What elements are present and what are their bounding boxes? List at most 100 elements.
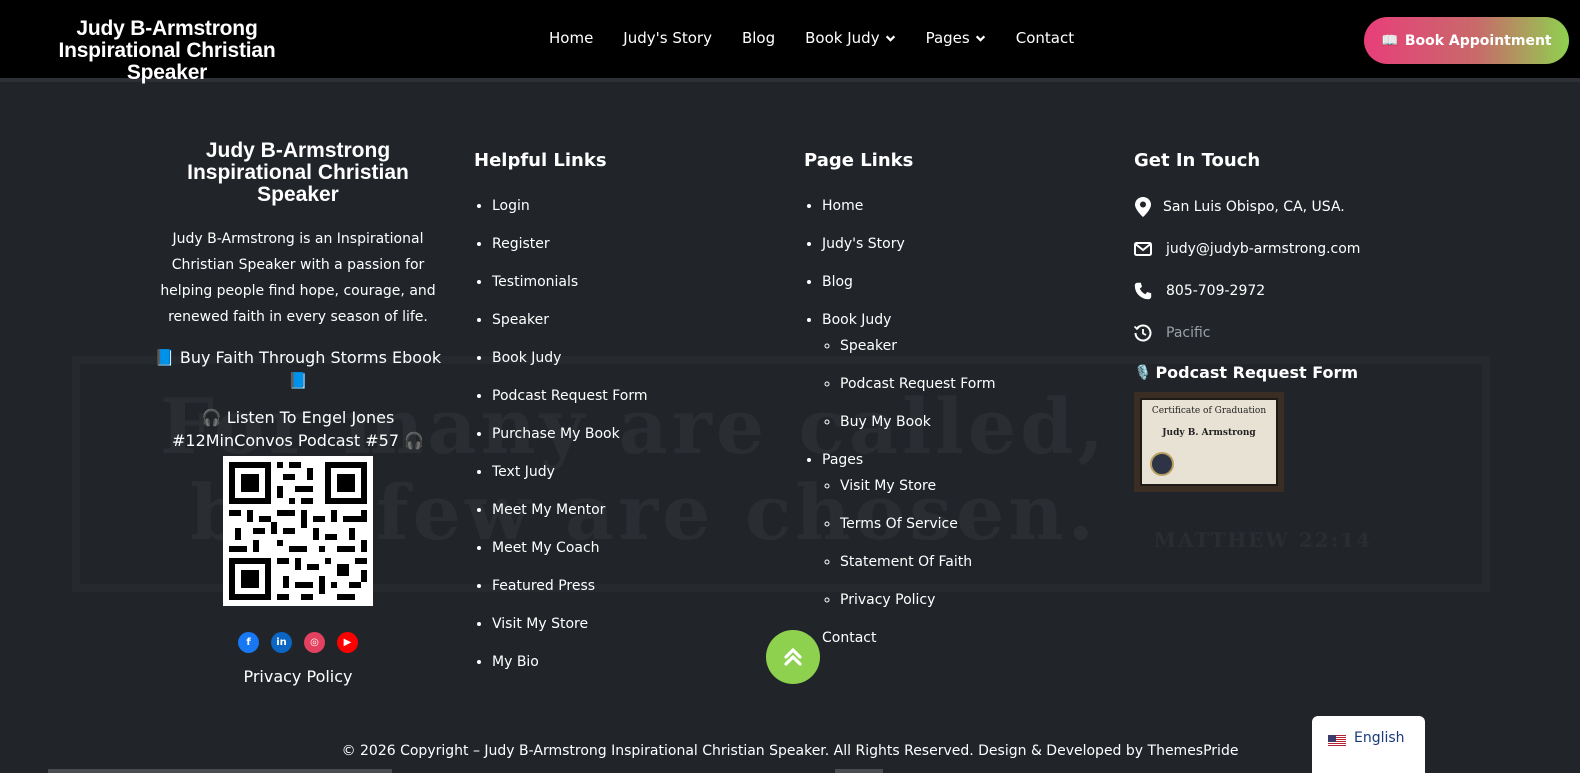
email-text[interactable]: judy@judyb-armstrong.com xyxy=(1166,241,1360,257)
page-link-contact[interactable]: Contact xyxy=(822,629,1104,647)
timezone-row: Pacific xyxy=(1134,323,1474,343)
watermark-reference: MATTHEW 22:14 xyxy=(1153,528,1372,552)
youtube-icon[interactable]: ▶ xyxy=(337,632,358,653)
page-links-title: Page Links xyxy=(804,150,914,171)
page-links-column: Page Links Home Judy's Story Blog Book J… xyxy=(804,138,1104,667)
email-row[interactable]: judy@judyb-armstrong.com xyxy=(1134,239,1474,259)
chevron-down-icon xyxy=(885,35,895,42)
page-link-story-label: Judy's Story xyxy=(822,236,905,252)
helpful-links-list: Login Register Testimonials Speaker Book… xyxy=(474,197,774,671)
helpful-links-title: Helpful Links xyxy=(474,150,607,171)
nav-blog[interactable]: Blog xyxy=(742,29,775,47)
main-nav: Home Judy's Story Blog Book Judy Pages C… xyxy=(549,29,1104,47)
link-login[interactable]: Login xyxy=(492,197,774,215)
envelope-icon xyxy=(1134,240,1152,258)
link-coach[interactable]: Meet My Coach xyxy=(492,539,774,557)
phone-text[interactable]: 805-709-2972 xyxy=(1166,283,1265,299)
link-my-bio[interactable]: My Bio xyxy=(492,653,774,671)
footer-logo-line1: Judy B-Armstrong xyxy=(205,139,391,162)
nav-pages-label: Pages xyxy=(925,29,970,47)
link-podcast-request[interactable]: Podcast Request Form xyxy=(492,387,774,405)
nav-book-judy-label: Book Judy xyxy=(805,29,880,47)
timezone-text: Pacific xyxy=(1166,325,1211,341)
link-testimonials[interactable]: Testimonials xyxy=(492,273,774,291)
book-appointment-button[interactable]: 📖 Book Appointment xyxy=(1364,17,1569,64)
bottom-divider-right xyxy=(835,769,883,773)
podcast-request-title: Podcast Request Form xyxy=(1155,363,1359,382)
helpful-links-column: Helpful Links Login Register Testimonial… xyxy=(474,138,774,691)
nav-pages[interactable]: Pages xyxy=(926,29,986,47)
double-chevron-up-icon xyxy=(784,648,802,666)
site-header: Judy B-Armstrong Inspirational Christian… xyxy=(0,0,1580,84)
history-clock-icon xyxy=(1134,324,1152,342)
link-register[interactable]: Register xyxy=(492,235,774,253)
link-purchase-book[interactable]: Purchase My Book xyxy=(492,425,774,443)
page-link-book-judy[interactable]: Book Judy Speaker Podcast Request Form B… xyxy=(822,311,1104,431)
microphone-icon: 🎙️ xyxy=(1134,364,1152,381)
phone-row[interactable]: 805-709-2972 xyxy=(1134,281,1474,301)
site-logo[interactable]: Judy B-Armstrong Inspirational Christian… xyxy=(22,18,312,84)
address-text: San Luis Obispo, CA, USA. xyxy=(1163,199,1345,215)
certificate-name: Judy B. Armstrong xyxy=(1162,428,1256,438)
qr-code xyxy=(223,456,373,606)
page-link-story[interactable]: Judy's Story xyxy=(822,235,1104,253)
phone-icon xyxy=(1134,282,1152,300)
sub-link-podcast-request[interactable]: Podcast Request Form xyxy=(840,375,1104,393)
sub-link-visit-store[interactable]: Visit My Store xyxy=(840,477,1104,495)
ebook-link[interactable]: 📘 Buy Faith Through Storms Ebook 📘 xyxy=(148,346,448,392)
link-book-judy[interactable]: Book Judy xyxy=(492,349,774,367)
footer-logo-line2: Inspirational Christian Speaker xyxy=(187,161,409,206)
book-appointment-label: Book Appointment xyxy=(1404,32,1552,49)
podcast-link[interactable]: 🎧 Listen To Engel Jones #12MinConvos Pod… xyxy=(148,406,448,452)
nav-book-judy[interactable]: Book Judy xyxy=(805,29,895,47)
certificate-title: Certificate of Graduation xyxy=(1151,406,1267,416)
privacy-policy-link[interactable]: Privacy Policy xyxy=(148,667,448,686)
logo-line1: Judy B-Armstrong xyxy=(76,17,258,40)
page-link-contact-label: Contact xyxy=(822,630,877,646)
certificate-seal xyxy=(1150,452,1174,476)
instagram-icon[interactable]: ◎ xyxy=(304,632,325,653)
link-featured-press[interactable]: Featured Press xyxy=(492,577,774,595)
podcast-request-heading[interactable]: 🎙️ Podcast Request Form xyxy=(1134,363,1474,382)
facebook-icon[interactable]: f xyxy=(238,632,259,653)
sub-link-speaker[interactable]: Speaker xyxy=(840,337,1104,355)
certificate-image[interactable]: Certificate of Graduation Judy B. Armstr… xyxy=(1134,392,1284,492)
linkedin-icon[interactable]: in xyxy=(271,632,292,653)
nav-home[interactable]: Home xyxy=(549,29,593,47)
language-label: English xyxy=(1354,730,1405,746)
logo-line2: Inspirational Christian Speaker xyxy=(58,39,276,84)
sub-link-privacy[interactable]: Privacy Policy xyxy=(840,591,1104,609)
address-row: San Luis Obispo, CA, USA. xyxy=(1134,197,1474,217)
get-in-touch-title: Get In Touch xyxy=(1134,150,1261,171)
chevron-down-icon xyxy=(975,35,985,42)
bottom-divider-left xyxy=(48,769,392,773)
page-link-blog[interactable]: Blog xyxy=(822,273,1104,291)
pages-submenu: Visit My Store Terms Of Service Statemen… xyxy=(822,477,1104,609)
link-speaker[interactable]: Speaker xyxy=(492,311,774,329)
sub-link-statement-faith[interactable]: Statement Of Faith xyxy=(840,553,1104,571)
footer-logo[interactable]: Judy B-Armstrong Inspirational Christian… xyxy=(148,140,448,206)
footer-about-column: Judy B-Armstrong Inspirational Christian… xyxy=(148,138,448,687)
nav-story-label: Judy's Story xyxy=(623,29,712,47)
page-link-book-judy-label: Book Judy xyxy=(822,312,892,328)
nav-contact-label: Contact xyxy=(1015,29,1075,47)
language-switcher[interactable]: English xyxy=(1312,716,1425,773)
link-visit-store[interactable]: Visit My Store xyxy=(492,615,774,633)
us-flag-icon xyxy=(1328,733,1346,746)
nav-home-label: Home xyxy=(549,29,594,47)
page-link-pages[interactable]: Pages Visit My Store Terms Of Service St… xyxy=(822,451,1104,609)
page-link-home[interactable]: Home xyxy=(822,197,1104,215)
sub-link-terms[interactable]: Terms Of Service xyxy=(840,515,1104,533)
sub-link-buy-book[interactable]: Buy My Book xyxy=(840,413,1104,431)
link-mentor[interactable]: Meet My Mentor xyxy=(492,501,774,519)
nav-story[interactable]: Judy's Story xyxy=(623,29,712,47)
page-links-list: Home Judy's Story Blog Book Judy Speaker… xyxy=(804,197,1104,647)
scroll-to-top-button[interactable] xyxy=(766,630,820,684)
link-text-judy[interactable]: Text Judy xyxy=(492,463,774,481)
about-text: Judy B-Armstrong is an Inspirational Chr… xyxy=(160,231,436,325)
contact-column: Get In Touch San Luis Obispo, CA, USA. j… xyxy=(1134,138,1474,492)
nav-contact[interactable]: Contact xyxy=(1016,29,1074,47)
location-pin-icon xyxy=(1134,197,1152,217)
page-link-home-label: Home xyxy=(822,198,864,214)
page-link-pages-label: Pages xyxy=(822,452,864,468)
